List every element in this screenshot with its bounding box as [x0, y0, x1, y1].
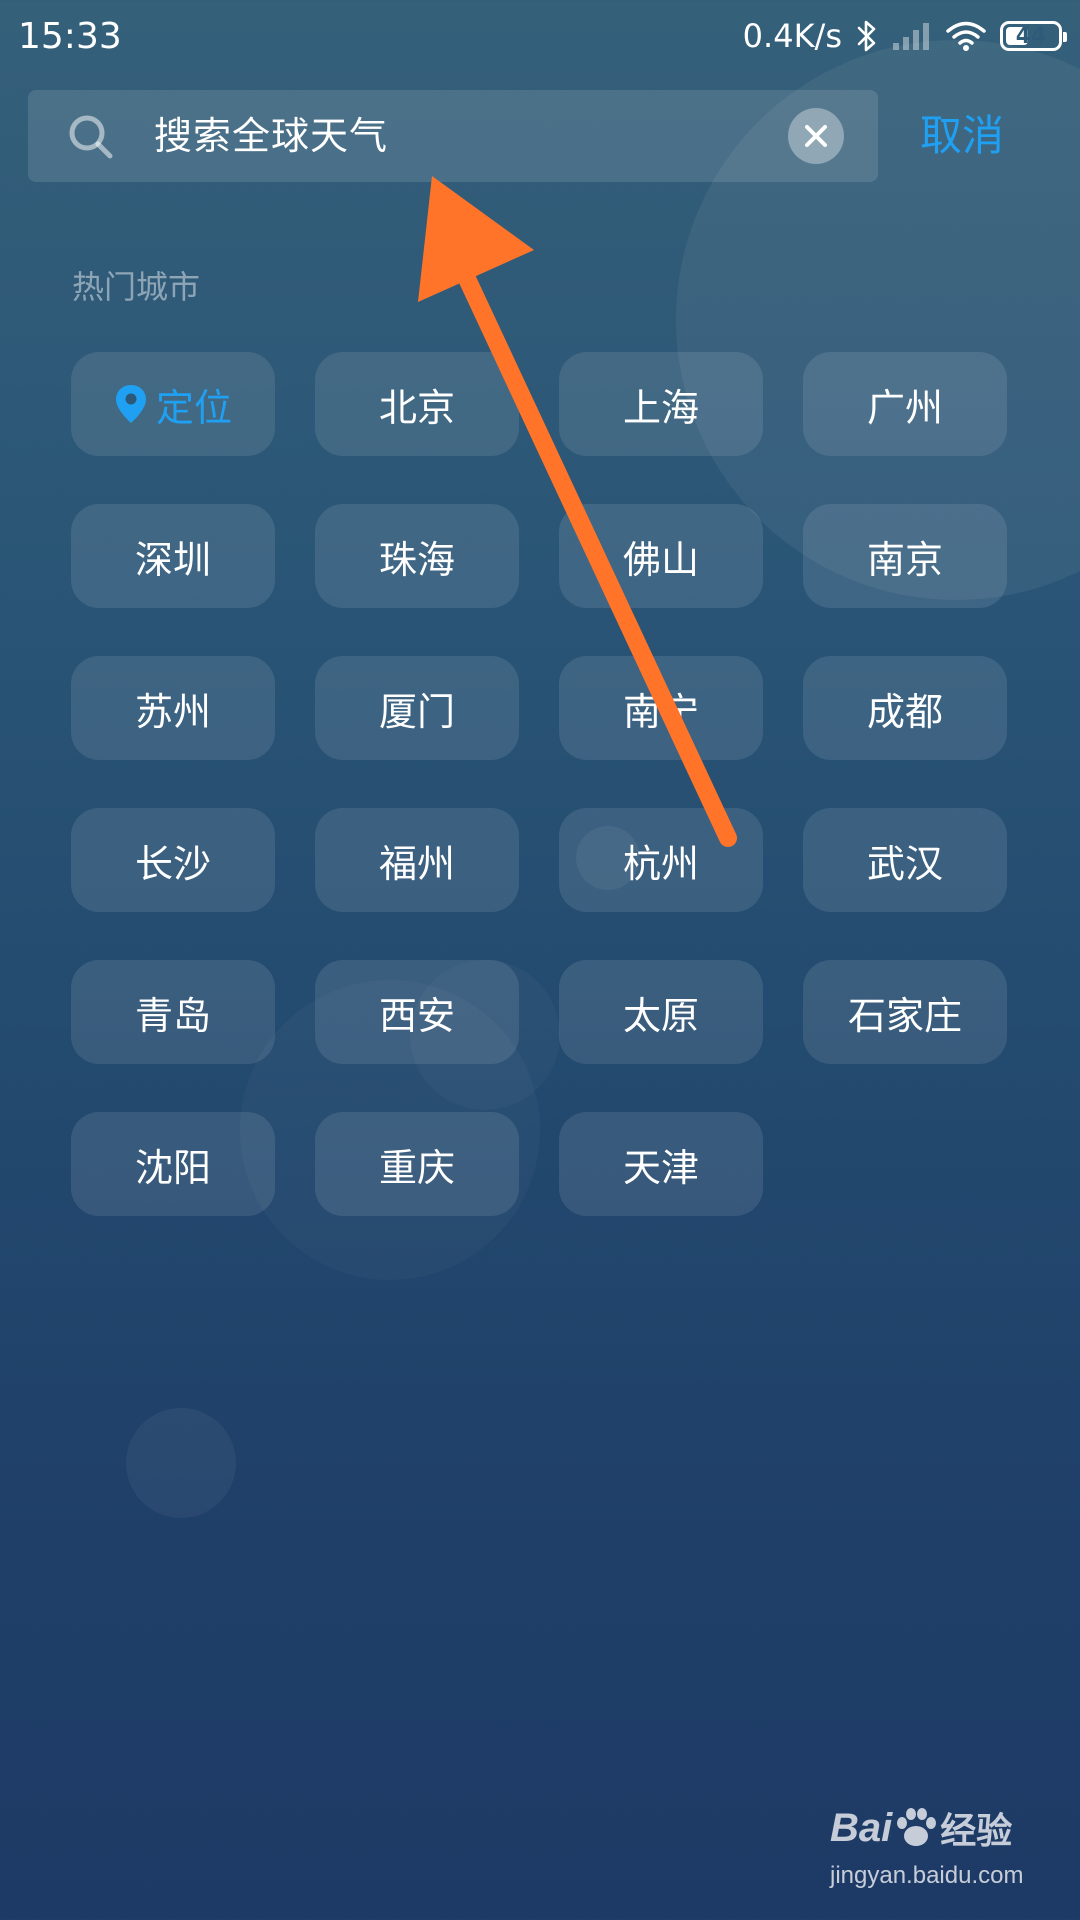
network-speed: 0.4K/s — [742, 17, 842, 55]
city-button[interactable]: 沈阳 — [71, 1112, 275, 1216]
locate-label: 定位 — [155, 385, 232, 430]
watermark-brand: Bai — [830, 1805, 893, 1850]
city-button[interactable]: 厦门 — [315, 656, 519, 760]
paw-icon — [897, 1808, 937, 1846]
city-button[interactable]: 杭州 — [559, 808, 763, 912]
watermark-url: jingyan.baidu.com — [830, 1862, 1024, 1889]
search-box[interactable]: 搜索全球天气 — [28, 90, 878, 182]
city-button[interactable]: 福州 — [315, 808, 519, 912]
city-button[interactable]: 西安 — [315, 960, 519, 1064]
signal-icon — [893, 23, 929, 50]
battery-icon: 44 — [1000, 21, 1067, 51]
city-button[interactable]: 北京 — [315, 352, 519, 456]
battery-level: 44 — [1015, 23, 1047, 49]
city-button[interactable]: 南京 — [803, 504, 1007, 608]
city-button[interactable]: 天津 — [559, 1112, 763, 1216]
locate-button[interactable]: 定位 — [71, 352, 275, 456]
city-button[interactable]: 苏州 — [71, 656, 275, 760]
watermark-brand-cn: 经验 — [940, 1811, 1013, 1852]
watermark-logo: Bai 经验 — [830, 1800, 1012, 1856]
city-button[interactable]: 成都 — [803, 656, 1007, 760]
baidu-jingyan-watermark: Bai 经验 jingyan.baidu.com — [826, 1800, 1066, 1900]
city-button[interactable]: 长沙 — [71, 808, 275, 912]
close-icon — [805, 125, 827, 147]
city-button[interactable]: 武汉 — [803, 808, 1007, 912]
city-button[interactable]: 佛山 — [559, 504, 763, 608]
city-button[interactable]: 太原 — [559, 960, 763, 1064]
hot-cities-title: 热门城市 — [72, 268, 201, 306]
city-button[interactable]: 广州 — [803, 352, 1007, 456]
city-button[interactable]: 南宁 — [559, 656, 763, 760]
wifi-icon — [946, 21, 986, 51]
city-button[interactable]: 珠海 — [315, 504, 519, 608]
city-button[interactable]: 青岛 — [71, 960, 275, 1064]
city-button[interactable]: 重庆 — [315, 1112, 519, 1216]
status-time: 15:33 — [18, 16, 122, 57]
bluetooth-icon — [857, 20, 876, 52]
status-bar: 15:33 0.4K/s 44 — [0, 0, 1080, 76]
search-icon — [69, 115, 113, 159]
hot-cities-grid: 定位 北京 上海 广州深圳 珠海 佛山 南京苏州 厦门 南宁 成都长沙 福州 杭州 武汉青岛 西安 太原石… — [71, 352, 1009, 1216]
clear-search-button[interactable] — [788, 108, 844, 164]
city-button[interactable]: 石家庄 — [803, 960, 1007, 1064]
search-input[interactable]: 搜索全球天气 — [154, 90, 388, 182]
city-button[interactable]: 深圳 — [71, 504, 275, 608]
cancel-button[interactable]: 取消 — [920, 100, 1004, 172]
city-button[interactable]: 上海 — [559, 352, 763, 456]
battery-cap — [1063, 32, 1067, 42]
location-pin-icon — [115, 385, 146, 423]
status-icons: 0.4K/s 44 — [742, 14, 1067, 58]
